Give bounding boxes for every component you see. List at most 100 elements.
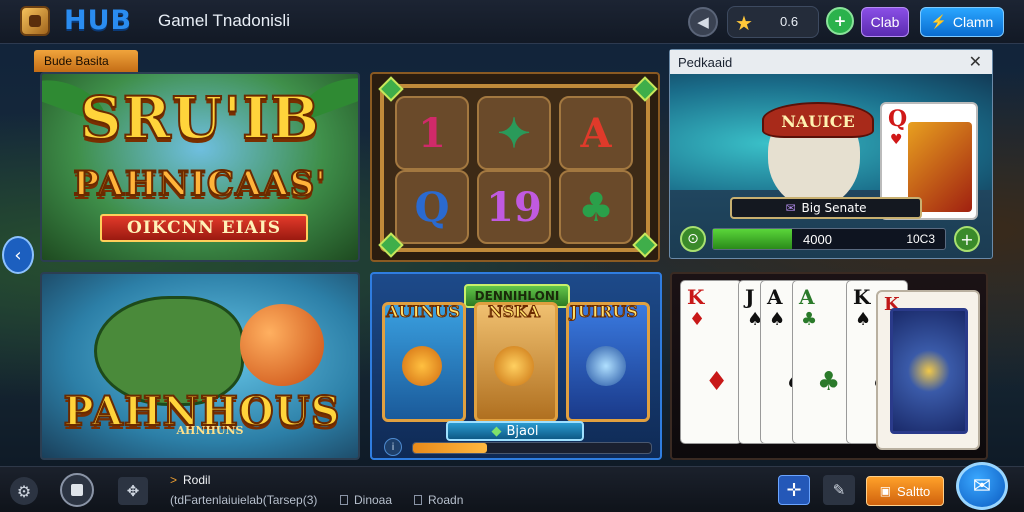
- card-rank: K: [687, 285, 705, 309]
- bet-slider[interactable]: 4000 10C3: [712, 228, 946, 250]
- scroll-left-button[interactable]: ‹: [2, 236, 34, 274]
- progress-fill: [413, 443, 487, 453]
- orange-button-label: Saltto: [897, 483, 931, 499]
- panel-header: Pedkaaid ✕: [670, 50, 992, 74]
- claim-button[interactable]: ⚡ Clamn: [920, 7, 1004, 37]
- playing-card: K ♦ ♦: [680, 280, 742, 444]
- tile3-subtitle: AHNHUNS: [176, 424, 244, 437]
- card-rank: A: [799, 285, 815, 309]
- tile1-banner: OIKCNN EIAIS: [100, 214, 308, 242]
- now-playing-text: Rodil: [183, 473, 211, 487]
- spin-button[interactable]: ✥: [118, 477, 148, 505]
- settings-icon: ⚙: [16, 481, 32, 501]
- plus-icon: +: [960, 229, 974, 249]
- now-playing-subtitle: (tdFartenlaiuielab(Tarsep(3): [170, 493, 318, 507]
- card-rank: J: [745, 285, 755, 309]
- jackpot-text: Bjaol: [506, 423, 539, 439]
- card-suit: ♠: [769, 309, 786, 330]
- coin-art: [494, 346, 534, 386]
- app-title: Gamel Tnadonisli: [158, 11, 290, 30]
- logo-icon: [20, 6, 50, 36]
- chevron-right-icon: >: [170, 473, 178, 487]
- bet-value: 4000: [803, 232, 832, 247]
- top-bar: HUB Gamel Tnadonisli ◀ ★ 0.6 + Clab ⚡ Cl…: [0, 0, 1024, 44]
- card-rank: K: [853, 285, 871, 309]
- plug-icon: ⚡: [930, 14, 947, 29]
- card-suit: ♣: [817, 367, 841, 397]
- share-icon: ✉: [972, 473, 992, 499]
- bet-fill: [713, 229, 792, 249]
- expand-button[interactable]: ✛: [778, 475, 810, 505]
- reel-symbol: 1: [395, 96, 469, 170]
- reel-symbol: Q: [395, 170, 469, 244]
- mini-game-label: JUIRUS: [570, 302, 639, 322]
- panel-title: Pedkaaid: [678, 54, 733, 70]
- panel-art: NAUICE Q ♥: [670, 74, 992, 220]
- section-tag: Bude Basita: [34, 50, 138, 72]
- heart-icon: ♥: [890, 132, 903, 148]
- close-icon[interactable]: ✕: [969, 52, 982, 72]
- card-back-pattern: [890, 308, 968, 434]
- brand-name: HUB: [64, 5, 133, 36]
- tile1-title: SRU'IB: [79, 83, 321, 153]
- name-plate: ✉ Big Senate: [730, 197, 922, 219]
- card-suit: ♠: [855, 309, 872, 330]
- bet-max: 10C3: [906, 232, 935, 246]
- tile1-subtitle: PAHNICAAS': [72, 163, 327, 205]
- card-back: K: [876, 290, 980, 450]
- tag-item[interactable]: Roadn: [414, 493, 463, 507]
- tag-icon: [340, 495, 348, 505]
- stop-button[interactable]: [60, 473, 94, 507]
- expand-icon: ✛: [786, 479, 802, 501]
- reel-symbol: A: [559, 96, 633, 170]
- reel-symbol: ♣: [559, 170, 633, 244]
- coin-value: 0.6: [780, 14, 799, 29]
- tag-icon: [414, 495, 422, 505]
- card-suit: ♣: [801, 309, 818, 330]
- mini-game-label: AUINUS: [386, 302, 461, 322]
- bottom-bar: ⚙ ✥ > Rodil (tdFartenlaiuielab(Tarsep(3) …: [0, 466, 1024, 512]
- claim-button-label: Clamn: [952, 14, 994, 30]
- now-playing-title: > Rodil: [170, 473, 210, 487]
- spin-icon: ✥: [126, 482, 140, 500]
- minus-icon: ⊙: [687, 231, 699, 247]
- card-rank: Q: [888, 106, 908, 132]
- settings-button[interactable]: ⚙: [10, 477, 38, 505]
- edit-button[interactable]: ✎: [823, 475, 855, 505]
- jackpot-label: ◆ Bjaol: [446, 421, 584, 441]
- pirate-hat-text: NAUICE: [781, 112, 855, 131]
- featured-panel: Pedkaaid ✕ NAUICE Q ♥ ✉ Big Senate ⊙ 400…: [669, 49, 993, 259]
- card-suit: ♦: [705, 367, 729, 397]
- pencil-icon: ✎: [832, 481, 846, 499]
- reel-symbol: ✦: [477, 96, 551, 170]
- coin-balance[interactable]: ★ 0.6: [727, 6, 819, 38]
- mini-game-label: NSKA: [488, 302, 541, 322]
- bet-decrease-button[interactable]: ⊙: [680, 226, 706, 252]
- gem-icon: ◆: [491, 423, 502, 439]
- card-rank: A: [767, 285, 783, 309]
- plus-icon: +: [833, 12, 847, 30]
- orange-action-button[interactable]: ▣ Saltto: [866, 476, 944, 506]
- name-plate-text: Big Senate: [801, 201, 867, 215]
- orb-art: [586, 346, 626, 386]
- mail-icon: ✉: [785, 201, 796, 215]
- tag-label: Roadn: [428, 493, 464, 507]
- back-button[interactable]: ◀: [688, 7, 718, 37]
- star-icon: ★: [735, 11, 753, 35]
- info-icon[interactable]: i: [384, 438, 402, 456]
- club-button[interactable]: Clab: [861, 7, 909, 37]
- share-button[interactable]: ✉: [956, 462, 1008, 510]
- chevron-left-icon: ‹: [14, 244, 22, 266]
- playing-card: A ♣ ♣: [792, 280, 854, 444]
- tag-label: Dinoaa: [354, 493, 393, 507]
- reel-symbol: 19: [477, 170, 551, 244]
- card-suit: ♦: [689, 309, 706, 330]
- add-coins-button[interactable]: +: [826, 7, 854, 35]
- gift-icon: ▣: [879, 484, 892, 498]
- fruit-art: [240, 304, 324, 386]
- back-icon: ◀: [697, 13, 709, 31]
- progress-bar: [412, 442, 652, 454]
- bet-increase-button[interactable]: +: [954, 226, 980, 252]
- fish-art: [402, 346, 442, 386]
- tag-item[interactable]: Dinoaa: [340, 493, 392, 507]
